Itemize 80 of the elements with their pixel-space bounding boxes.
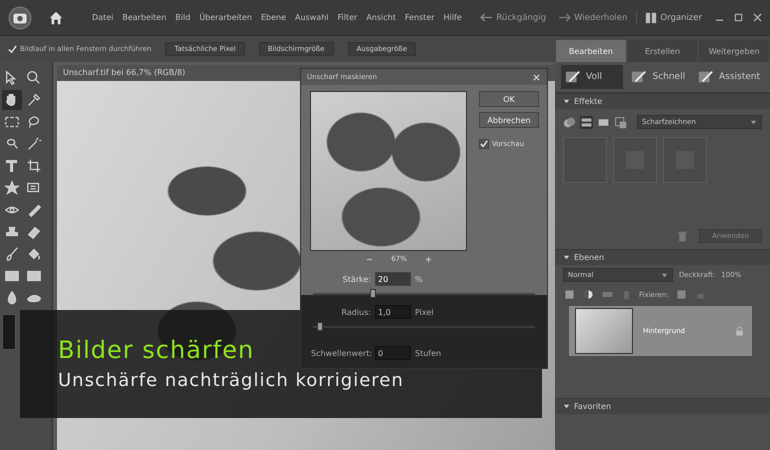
value-field[interactable]: 0	[375, 346, 411, 360]
menu-item[interactable]: Bearbeiten	[122, 13, 166, 22]
value-field[interactable]: 20	[375, 272, 411, 286]
favorites-title: Favoriten	[574, 402, 612, 411]
marquee-icon	[4, 114, 20, 130]
unit-label: %	[415, 274, 423, 284]
edit-mode-tab[interactable]: Schnell	[627, 65, 690, 89]
checkbox[interactable]	[479, 139, 489, 149]
menu-item[interactable]: Auswahl	[295, 13, 328, 22]
gradient-icon	[4, 268, 20, 284]
caret-icon	[661, 272, 668, 278]
menu-item[interactable]: Ansicht	[366, 13, 396, 22]
shape-icon	[4, 180, 20, 196]
workspace-tab[interactable]: Bearbeiten	[556, 40, 626, 62]
menu-item[interactable]: Datei	[92, 13, 114, 22]
layer-styles-icon[interactable]	[580, 116, 593, 128]
undo-button[interactable]: Rückgängig	[477, 12, 550, 22]
pencil-icon	[631, 69, 648, 85]
slider-thumb[interactable]	[370, 289, 376, 298]
gradient2-icon	[26, 268, 42, 284]
undo-arrow-icon	[480, 13, 494, 22]
camera-icon[interactable]	[8, 6, 32, 30]
bucket-icon	[26, 246, 42, 262]
expand-triangle-icon	[563, 403, 570, 410]
menu-item[interactable]: Hilfe	[444, 13, 462, 22]
field-label: Stärke:	[342, 274, 371, 284]
zoom-icon	[26, 70, 42, 86]
home-icon[interactable]	[48, 10, 64, 26]
zoom-in-icon[interactable]	[424, 256, 432, 262]
layers-title: Ebenen	[574, 253, 604, 262]
cancel-button[interactable]: Abbrechen	[479, 112, 539, 128]
menu-item[interactable]: Überarbeiten	[199, 13, 252, 22]
caret-icon	[750, 118, 757, 126]
color-swatch[interactable]	[2, 314, 16, 350]
expand-triangle-icon	[563, 98, 570, 105]
panel-header[interactable]: Effekte	[555, 93, 770, 109]
organizer-icon	[645, 12, 658, 24]
expand-triangle-icon	[563, 254, 570, 261]
field-label: Schwellenwert:	[311, 348, 371, 358]
menu-item[interactable]: Fenster	[404, 13, 435, 22]
wand-icon	[26, 136, 42, 152]
edit-mode-tab[interactable]: Assistent	[694, 65, 764, 89]
lasso-icon	[26, 114, 42, 130]
panel-header[interactable]: Ebenen	[555, 249, 770, 265]
effects-title: Effekte	[574, 97, 602, 106]
crop-icon	[26, 158, 42, 174]
maximize-icon[interactable]	[734, 13, 743, 22]
ok-button[interactable]: OK	[479, 91, 539, 107]
unit-label: Stufen	[415, 348, 442, 358]
panel-header[interactable]: Favoriten	[555, 398, 770, 414]
all-effects-icon[interactable]	[614, 116, 627, 128]
eyedropper-icon	[26, 92, 42, 108]
value-field[interactable]: 1,0	[375, 305, 411, 319]
pencil-icon	[565, 69, 581, 85]
new-layer-icon[interactable]	[563, 288, 576, 301]
caption-title: Bilder schärfen	[58, 336, 254, 364]
redo-button[interactable]: Wiederholen	[555, 12, 630, 22]
brush-icon	[4, 246, 20, 262]
type-icon	[4, 158, 20, 174]
menu-item[interactable]: Ebene	[261, 13, 286, 22]
slider-thumb[interactable]	[316, 322, 323, 331]
workspace-tab[interactable]: Erstellen	[628, 40, 698, 62]
menu-item[interactable]: Bild	[175, 13, 190, 22]
close-icon[interactable]	[532, 72, 541, 82]
adjustment-icon[interactable]	[582, 288, 595, 301]
healing-icon	[26, 202, 42, 218]
filters-icon[interactable]	[563, 116, 576, 128]
field-label: Radius:	[340, 308, 371, 316]
unit-label: Pixel	[415, 308, 434, 316]
eraser-icon	[26, 224, 42, 240]
caption-subtitle: Unschärfe nachträglich korrigieren	[58, 370, 404, 391]
pencil-icon	[698, 69, 714, 85]
redo-arrow-icon	[558, 13, 572, 22]
menu-item[interactable]: Filter	[338, 13, 358, 22]
organizer-button[interactable]: Organizer	[636, 12, 705, 24]
edit-mode-tab[interactable]: Voll	[561, 65, 624, 89]
workspace-tab[interactable]: Weitergeben	[699, 40, 770, 62]
layer-thumbnail	[575, 308, 633, 354]
hand-tool-button[interactable]	[2, 90, 22, 110]
close-icon[interactable]	[753, 13, 762, 22]
